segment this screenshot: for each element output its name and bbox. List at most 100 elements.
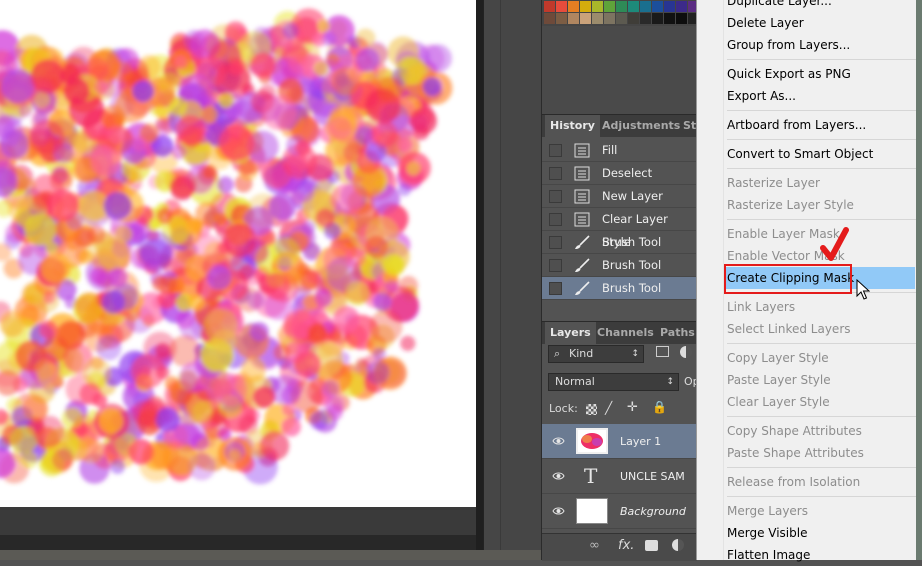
history-snapshot-checkbox[interactable] bbox=[549, 144, 562, 157]
tab-layers[interactable]: Layers bbox=[545, 322, 596, 344]
history-item[interactable]: Brush Tool bbox=[542, 254, 697, 277]
menu-item[interactable]: Quick Export as PNG bbox=[727, 63, 917, 85]
adjustment-layer-icon[interactable] bbox=[672, 539, 684, 551]
lock-transparent-icon[interactable] bbox=[586, 404, 597, 415]
check-mark-icon bbox=[820, 227, 849, 261]
color-swatch[interactable] bbox=[592, 13, 603, 24]
tab-paths[interactable]: Paths bbox=[655, 322, 700, 344]
color-swatch[interactable] bbox=[544, 13, 555, 24]
menu-separator bbox=[727, 467, 917, 468]
image-filter-icon[interactable] bbox=[656, 346, 669, 357]
history-item[interactable]: New Layer bbox=[542, 185, 697, 208]
color-swatch[interactable] bbox=[628, 1, 639, 12]
menu-separator bbox=[727, 416, 917, 417]
menu-item[interactable]: Artboard from Layers... bbox=[727, 114, 917, 136]
color-swatch[interactable] bbox=[544, 1, 555, 12]
lock-brush-icon[interactable]: ╱ bbox=[605, 401, 612, 415]
menu-item[interactable]: Duplicate Layer... bbox=[727, 0, 917, 12]
menu-item: Select Linked Layers bbox=[727, 322, 851, 336]
color-swatch[interactable] bbox=[580, 13, 591, 24]
history-item[interactable]: Brush Tool bbox=[542, 277, 697, 300]
canvas-pasteboard bbox=[0, 507, 476, 535]
color-swatch[interactable] bbox=[580, 1, 591, 12]
color-swatch[interactable] bbox=[556, 1, 567, 12]
lock-move-icon[interactable]: ✛ bbox=[627, 400, 638, 415]
swatches-panel[interactable] bbox=[542, 0, 735, 26]
color-swatch[interactable] bbox=[568, 1, 579, 12]
document-icon bbox=[574, 143, 590, 158]
history-snapshot-checkbox[interactable] bbox=[549, 236, 562, 249]
history-snapshot-checkbox[interactable] bbox=[549, 282, 562, 295]
document-icon bbox=[574, 189, 590, 204]
history-item[interactable]: Fill bbox=[542, 139, 697, 162]
layer-filter-dropdown[interactable]: ⌕ Kind ↕ bbox=[548, 345, 644, 363]
layers-tabbar: Layers Channels Paths bbox=[542, 321, 697, 344]
tab-history[interactable]: History bbox=[545, 115, 600, 137]
panel-empty-area bbox=[542, 26, 697, 114]
menu-item: Copy Shape Attributes bbox=[727, 424, 862, 438]
layer-row[interactable]: Layer 1 bbox=[542, 424, 697, 459]
color-swatch[interactable] bbox=[604, 1, 615, 12]
history-snapshot-checkbox[interactable] bbox=[549, 259, 562, 272]
highlight-annotation bbox=[724, 264, 852, 294]
lock-all-icon[interactable]: 🔒 bbox=[652, 400, 667, 414]
color-swatch[interactable] bbox=[652, 13, 663, 24]
menu-separator bbox=[727, 59, 917, 60]
history-snapshot-checkbox[interactable] bbox=[549, 190, 562, 203]
search-icon: ⌕ bbox=[554, 347, 561, 360]
history-item[interactable]: Clear Layer Style bbox=[542, 208, 697, 249]
desktop-strip bbox=[0, 550, 541, 560]
color-swatch[interactable] bbox=[616, 1, 627, 12]
history-snapshot-checkbox[interactable] bbox=[549, 167, 562, 180]
layer-thumbnail-white bbox=[576, 498, 608, 524]
filter-kind-label: Kind bbox=[569, 347, 594, 360]
canvas-area[interactable] bbox=[0, 0, 483, 560]
history-snapshot-checkbox[interactable] bbox=[549, 213, 562, 226]
history-tabbar: History Adjustments Sty bbox=[542, 114, 703, 137]
color-swatch[interactable] bbox=[676, 1, 687, 12]
blend-mode-dropdown[interactable]: Normal ↕ bbox=[548, 373, 679, 391]
color-swatch[interactable] bbox=[568, 13, 579, 24]
adjustment-filter-icon[interactable] bbox=[680, 346, 692, 358]
menu-item[interactable]: Delete Layer bbox=[727, 12, 917, 34]
menu-separator bbox=[727, 168, 917, 169]
layer-row[interactable]: T UNCLE SAM bbox=[542, 459, 697, 494]
panels-column: History Adjustments Sty Layers Channels … bbox=[541, 0, 735, 561]
menu-item[interactable]: Export As... bbox=[727, 85, 917, 107]
color-swatch[interactable] bbox=[616, 13, 627, 24]
tab-adjustments[interactable]: Adjustments bbox=[597, 115, 685, 137]
color-swatch[interactable] bbox=[640, 13, 651, 24]
menu-item[interactable]: Group from Layers... bbox=[727, 34, 917, 56]
link-icon[interactable]: ∞ bbox=[589, 538, 600, 553]
document-canvas[interactable] bbox=[0, 0, 476, 507]
vertical-scrollbar[interactable] bbox=[476, 0, 483, 550]
eye-icon[interactable] bbox=[552, 470, 565, 482]
color-swatch[interactable] bbox=[652, 1, 663, 12]
eye-icon[interactable] bbox=[552, 435, 565, 447]
color-swatch[interactable] bbox=[640, 1, 651, 12]
menu-item[interactable]: Convert to Smart Object bbox=[727, 143, 917, 165]
color-swatch[interactable] bbox=[604, 13, 615, 24]
color-swatch[interactable] bbox=[628, 13, 639, 24]
history-item[interactable]: Deselect bbox=[542, 162, 697, 185]
mouse-cursor-icon bbox=[856, 279, 870, 300]
brush-icon bbox=[574, 235, 590, 250]
fx-icon[interactable]: fx. bbox=[618, 538, 634, 553]
document-icon bbox=[574, 212, 590, 227]
menu-item[interactable]: Flatten Image bbox=[727, 544, 917, 566]
color-swatch[interactable] bbox=[676, 13, 687, 24]
color-swatch[interactable] bbox=[556, 13, 567, 24]
history-item-label: Brush Tool bbox=[602, 235, 662, 249]
menu-item: Link Layers bbox=[727, 300, 796, 314]
text-layer-icon: T bbox=[584, 464, 598, 488]
menu-item: Rasterize Layer bbox=[727, 176, 820, 190]
eye-icon[interactable] bbox=[552, 505, 565, 517]
mask-icon[interactable] bbox=[645, 540, 658, 551]
layer-row[interactable]: Background bbox=[542, 494, 697, 529]
color-swatch[interactable] bbox=[664, 1, 675, 12]
color-swatch[interactable] bbox=[664, 13, 675, 24]
history-item[interactable]: Brush Tool bbox=[542, 231, 697, 254]
tab-channels[interactable]: Channels bbox=[592, 322, 659, 344]
menu-item[interactable]: Merge Visible bbox=[727, 522, 917, 544]
color-swatch[interactable] bbox=[592, 1, 603, 12]
